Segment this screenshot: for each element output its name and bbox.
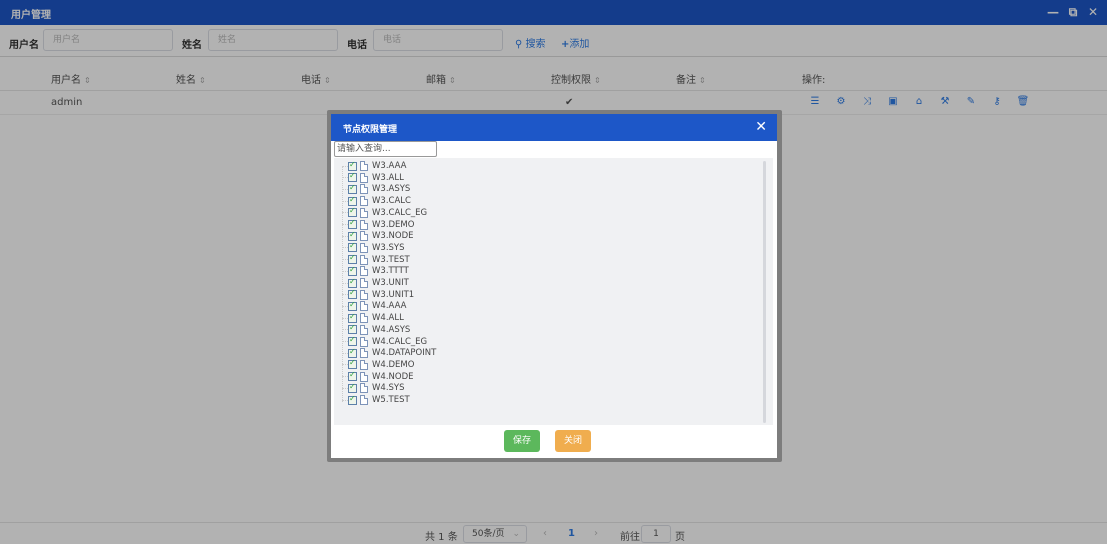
file-icon bbox=[360, 266, 368, 277]
tree-node[interactable]: W3.NODE bbox=[334, 230, 413, 242]
tree-node-label: W3.TTTT bbox=[372, 266, 409, 277]
tree-node[interactable]: W4.DATAPOINT bbox=[334, 347, 436, 359]
checkbox-icon[interactable] bbox=[348, 171, 357, 183]
file-icon bbox=[360, 161, 368, 171]
save-button[interactable]: 保存 bbox=[504, 430, 540, 452]
checkbox-icon[interactable] bbox=[348, 323, 357, 335]
checkbox-icon[interactable] bbox=[348, 265, 357, 276]
file-icon bbox=[360, 324, 368, 335]
tree-node[interactable]: W3.CALC bbox=[334, 195, 411, 207]
tree-node-label: W4.ALL bbox=[372, 313, 404, 324]
checkbox-icon[interactable] bbox=[348, 382, 357, 393]
tree-node-label: W4.DEMO bbox=[372, 359, 415, 370]
tree-node-label: W3.ASYS bbox=[372, 184, 411, 195]
tree-node[interactable]: W4.SYS bbox=[334, 382, 405, 394]
checkbox-icon[interactable] bbox=[348, 347, 357, 358]
tree-node-label: W4.DATAPOINT bbox=[372, 348, 437, 359]
file-icon bbox=[360, 196, 368, 207]
file-icon bbox=[360, 184, 368, 195]
file-icon bbox=[360, 371, 368, 382]
dialog-footer: 保存 关闭 bbox=[331, 425, 777, 458]
dialog-title: 节点权限管理 bbox=[343, 125, 398, 135]
checkbox-icon[interactable] bbox=[348, 160, 357, 171]
file-icon bbox=[360, 231, 368, 242]
checkbox-icon[interactable] bbox=[348, 394, 357, 405]
checkbox-icon[interactable] bbox=[348, 241, 357, 253]
tree-node-label: W4.SYS bbox=[372, 383, 405, 394]
tree-node-label: W4.NODE bbox=[372, 371, 414, 382]
checkbox-icon[interactable] bbox=[348, 358, 357, 370]
tree-node[interactable]: W3.TEST bbox=[334, 253, 410, 266]
tree-node-label: W3.CALC_EG bbox=[372, 207, 428, 218]
tree-node-label: W3.UNIT1 bbox=[372, 289, 415, 300]
close-icon[interactable]: ✕ bbox=[755, 119, 767, 135]
tree-node[interactable]: W3.TTTT bbox=[334, 265, 409, 277]
tree-node-label: W4.CALC_EG bbox=[372, 336, 428, 347]
file-icon bbox=[360, 313, 368, 324]
file-icon bbox=[360, 172, 368, 183]
node-permission-dialog: 节点权限管理 ✕ 请输入查询... W3.AAAW3.ALLW3.ASYSW3.… bbox=[331, 114, 777, 458]
checkbox-icon[interactable] bbox=[348, 183, 357, 194]
tree-node[interactable]: W4.DEMO bbox=[334, 358, 415, 371]
tree-node[interactable]: W3.SYS bbox=[334, 241, 405, 254]
tree-node[interactable]: W3.ALL bbox=[334, 171, 404, 184]
tree-node-label: W4.ASYS bbox=[372, 324, 411, 335]
file-icon bbox=[360, 289, 368, 300]
checkbox-icon[interactable] bbox=[348, 312, 357, 323]
node-tree-container: W3.AAAW3.ALLW3.ASYSW3.CALCW3.CALC_EGW3.D… bbox=[334, 158, 773, 425]
tree-node-label: W3.UNIT bbox=[372, 278, 409, 288]
file-icon bbox=[360, 242, 368, 253]
file-icon bbox=[360, 383, 368, 394]
checkbox-icon[interactable] bbox=[348, 195, 357, 206]
checkbox-icon[interactable] bbox=[348, 230, 357, 241]
dialog-header: 节点权限管理 ✕ bbox=[331, 114, 777, 141]
file-icon bbox=[360, 348, 368, 359]
checkbox-icon[interactable] bbox=[348, 335, 357, 346]
tree-node[interactable]: W4.CALC_EG bbox=[334, 335, 428, 348]
tree-node-label: W3.SYS bbox=[372, 242, 405, 253]
checkbox-icon[interactable] bbox=[348, 288, 357, 300]
file-icon bbox=[360, 254, 368, 265]
tree-node-label: W4.AAA bbox=[372, 301, 407, 312]
file-icon bbox=[360, 359, 368, 370]
filter-input[interactable]: 请输入查询... bbox=[334, 141, 437, 157]
file-icon bbox=[360, 395, 368, 405]
checkbox-icon[interactable] bbox=[348, 218, 357, 229]
tree-node[interactable]: W5.TEST bbox=[334, 394, 410, 406]
tree-node[interactable]: W4.ASYS bbox=[334, 323, 411, 336]
tree-node-label: W3.AAA bbox=[372, 161, 407, 171]
file-icon bbox=[360, 278, 368, 288]
checkbox-icon[interactable] bbox=[348, 253, 357, 265]
tree-node[interactable]: W3.CALC_EG bbox=[334, 206, 428, 219]
tree-node-label: W3.ALL bbox=[372, 172, 404, 183]
file-icon bbox=[360, 301, 368, 312]
file-icon bbox=[360, 219, 368, 230]
tree-node[interactable]: W3.UNIT1 bbox=[334, 288, 415, 301]
tree-node-label: W3.DEMO bbox=[372, 219, 415, 230]
file-icon bbox=[360, 207, 368, 218]
tree-node[interactable]: W3.ASYS bbox=[334, 183, 410, 195]
tree-node-label: W3.CALC bbox=[372, 196, 411, 207]
file-icon bbox=[360, 336, 368, 347]
tree-node[interactable]: W3.AAA bbox=[334, 160, 406, 172]
checkbox-icon[interactable] bbox=[348, 277, 357, 288]
tree-node[interactable]: W4.AAA bbox=[334, 300, 406, 312]
scrollbar[interactable] bbox=[763, 161, 766, 423]
tree-node-label: W3.TEST bbox=[372, 254, 410, 265]
checkbox-icon[interactable] bbox=[348, 300, 357, 311]
tree-node[interactable]: W4.ALL bbox=[334, 312, 404, 324]
close-button[interactable]: 关闭 bbox=[555, 430, 591, 452]
tree-node[interactable]: W3.UNIT bbox=[334, 277, 409, 289]
tree-node[interactable]: W4.NODE bbox=[334, 370, 414, 383]
checkbox-icon[interactable] bbox=[348, 206, 357, 218]
tree-node-label: W5.TEST bbox=[372, 395, 410, 405]
checkbox-icon[interactable] bbox=[348, 370, 357, 382]
tree-node[interactable]: W3.DEMO bbox=[334, 218, 415, 231]
tree-node-label: W3.NODE bbox=[372, 231, 414, 242]
